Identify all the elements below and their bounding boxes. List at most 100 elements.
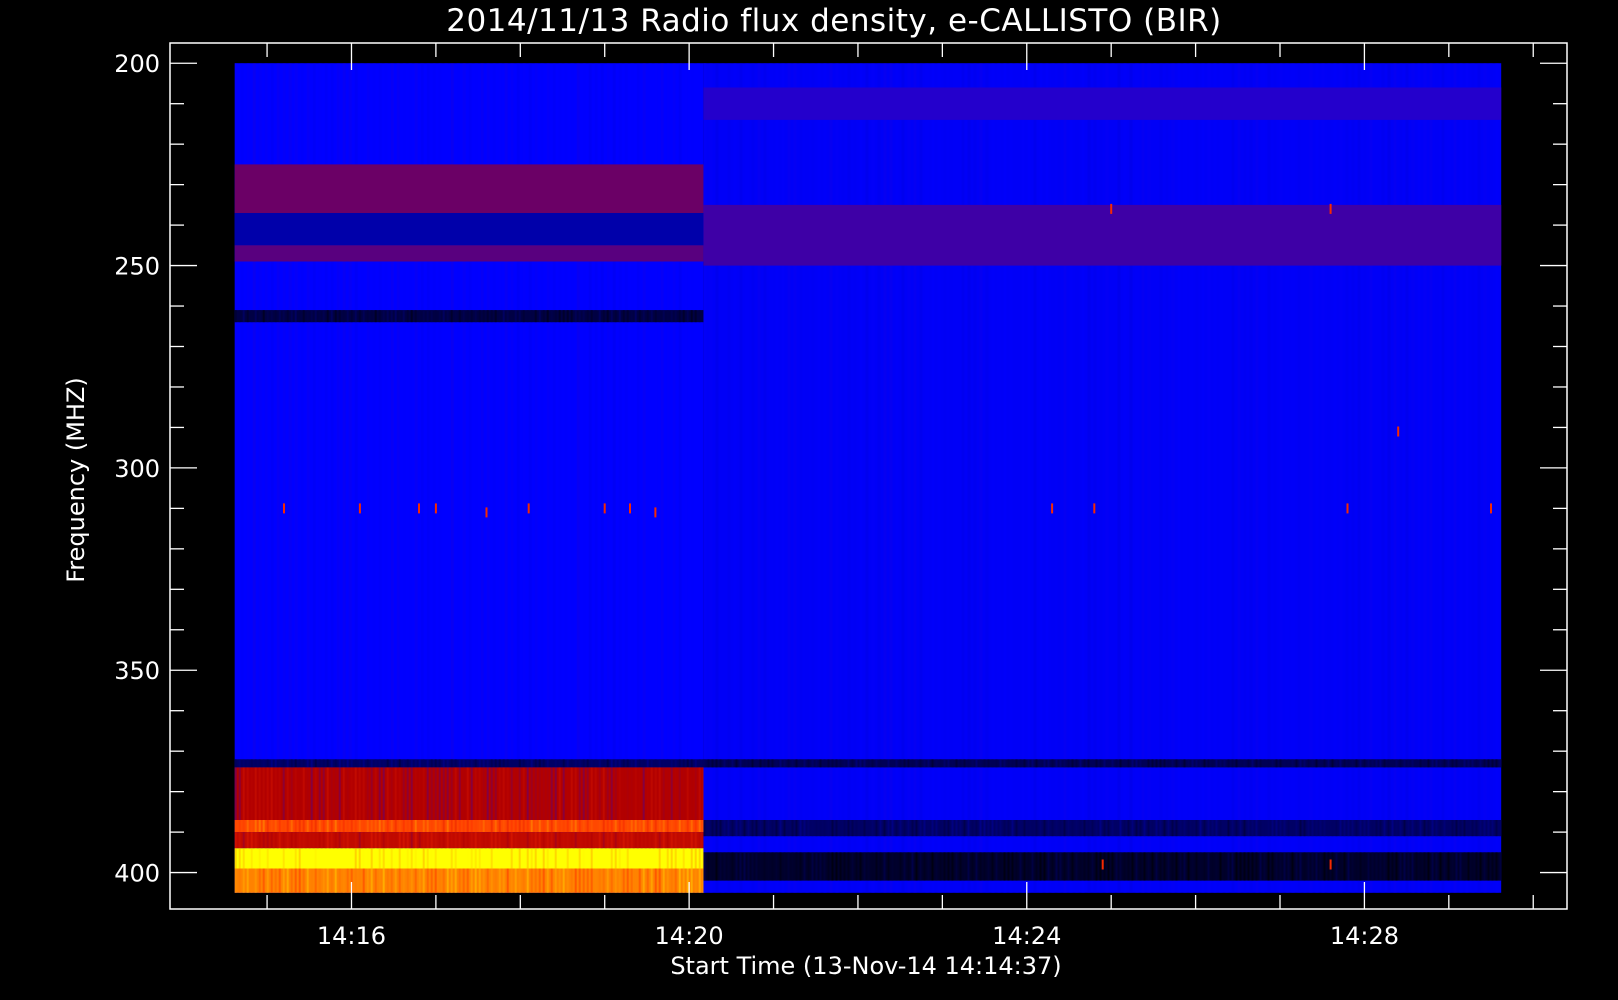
band-texture xyxy=(875,759,878,768)
band-texture xyxy=(1143,759,1146,768)
band-texture xyxy=(831,759,834,768)
band-texture xyxy=(1063,820,1066,837)
band-texture xyxy=(1387,852,1390,881)
band-texture xyxy=(1303,820,1306,837)
band-texture xyxy=(474,767,477,820)
band-texture xyxy=(530,759,533,768)
band-texture xyxy=(234,868,237,893)
band-texture xyxy=(787,820,790,837)
band-texture xyxy=(1323,820,1326,837)
band-texture xyxy=(1423,759,1426,768)
band-texture xyxy=(314,310,317,323)
texture-streak xyxy=(1489,63,1493,893)
band-texture xyxy=(1487,820,1490,837)
band-texture xyxy=(462,868,465,893)
band-texture xyxy=(514,767,517,820)
band-texture xyxy=(542,820,545,833)
band-texture xyxy=(390,759,393,768)
band-texture xyxy=(594,310,597,323)
band-texture xyxy=(302,868,305,893)
band-texture xyxy=(1435,852,1438,881)
band-texture xyxy=(707,820,710,837)
band-texture xyxy=(642,848,645,869)
band-texture xyxy=(827,759,830,768)
band-texture xyxy=(250,767,253,820)
band-texture xyxy=(1391,759,1394,768)
band-texture xyxy=(398,832,401,849)
band-texture xyxy=(1107,852,1110,881)
band-texture xyxy=(1187,820,1190,837)
texture-streak xyxy=(1087,63,1091,893)
band-texture xyxy=(566,820,569,833)
band-texture xyxy=(290,310,293,323)
band-texture xyxy=(614,832,617,849)
band-texture xyxy=(1487,852,1490,881)
band-texture xyxy=(694,848,697,869)
band-texture xyxy=(1187,759,1190,768)
band-texture xyxy=(1063,852,1066,881)
band-texture xyxy=(530,310,533,323)
band-texture xyxy=(1283,759,1286,768)
band-texture xyxy=(430,759,433,768)
band-texture xyxy=(374,820,377,833)
band-texture xyxy=(674,310,677,323)
band-texture xyxy=(618,310,621,323)
band-texture xyxy=(566,767,569,820)
band-texture xyxy=(338,868,341,893)
band-texture xyxy=(366,310,369,323)
band-texture xyxy=(490,848,493,869)
band-texture xyxy=(666,832,669,849)
band-texture xyxy=(771,852,774,881)
band-texture xyxy=(598,767,601,820)
burst-spike xyxy=(1329,859,1332,870)
texture-streak xyxy=(829,63,833,893)
band-texture xyxy=(366,759,369,768)
band-texture xyxy=(498,820,501,833)
band-texture xyxy=(654,767,657,820)
band-texture xyxy=(506,832,509,849)
band-texture xyxy=(450,310,453,323)
band-texture xyxy=(242,832,245,849)
band-texture xyxy=(426,868,429,893)
band-texture xyxy=(578,868,581,893)
band-texture xyxy=(1103,852,1106,881)
band-texture xyxy=(594,767,597,820)
texture-streak xyxy=(1171,63,1175,893)
band-texture xyxy=(570,767,573,820)
texture-streak xyxy=(739,63,743,893)
texture-streak xyxy=(1225,63,1229,893)
band-texture xyxy=(554,868,557,893)
band-texture xyxy=(1447,759,1450,768)
band-texture xyxy=(546,767,549,820)
band-texture xyxy=(506,820,509,833)
band-texture xyxy=(374,310,377,323)
band-texture xyxy=(458,848,461,869)
band-texture xyxy=(362,832,365,849)
band-texture xyxy=(1331,820,1334,837)
band-texture xyxy=(290,848,293,869)
band-texture xyxy=(767,852,770,881)
band-texture xyxy=(254,832,257,849)
band-texture xyxy=(783,820,786,837)
band-texture xyxy=(574,868,577,893)
band-texture xyxy=(1055,852,1058,881)
band-texture xyxy=(887,852,890,881)
band-texture xyxy=(935,759,938,768)
band-texture xyxy=(358,310,361,323)
band-texture xyxy=(478,759,481,768)
band-texture xyxy=(947,852,950,881)
band-texture xyxy=(1351,820,1354,837)
band-texture xyxy=(634,848,637,869)
band-texture xyxy=(450,832,453,849)
band-texture xyxy=(650,820,653,833)
band-texture xyxy=(1287,820,1290,837)
band-texture xyxy=(811,852,814,881)
band-texture xyxy=(1147,759,1150,768)
band-texture xyxy=(719,820,722,837)
band-texture xyxy=(302,767,305,820)
band-texture xyxy=(286,820,289,833)
texture-streak xyxy=(1393,63,1397,893)
band-texture xyxy=(478,832,481,849)
band-texture xyxy=(630,868,633,893)
band-texture xyxy=(755,820,758,837)
